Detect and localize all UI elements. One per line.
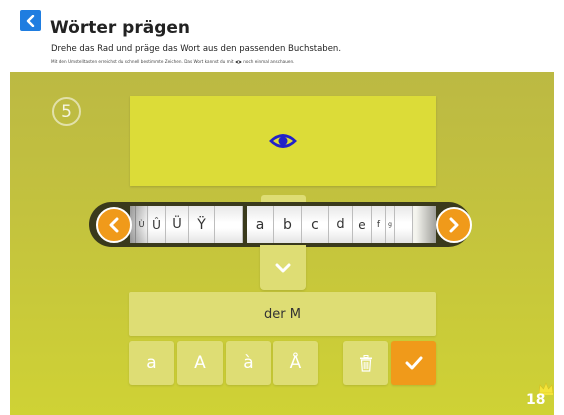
eye-icon[interactable] xyxy=(268,132,298,150)
hint-text-after: noch einmal anschauen. xyxy=(243,59,295,64)
wheel-left-button[interactable] xyxy=(96,207,132,243)
eye-icon xyxy=(235,60,242,64)
delete-button[interactable] xyxy=(343,341,388,385)
wheel-letter[interactable]: Ù xyxy=(136,206,148,243)
letter-wheel-strip[interactable]: Ù Û Ü Ÿ a b c d e f g xyxy=(130,206,436,243)
wheel-letter[interactable]: g xyxy=(386,206,395,243)
wheel-letter[interactable]: e xyxy=(353,206,372,243)
chevron-right-icon xyxy=(449,217,459,233)
page-title: Wörter prägen xyxy=(50,18,190,38)
wheel-letter-edge xyxy=(395,206,413,243)
hint-text-before: Mit den Umstelltasten erreichst du schne… xyxy=(51,59,234,64)
confirm-button[interactable] xyxy=(391,341,436,385)
wheel-right-button[interactable] xyxy=(436,207,472,243)
wheel-down-button[interactable] xyxy=(260,245,306,290)
wheel-letter-space[interactable] xyxy=(215,206,243,243)
wheel-letter[interactable]: c xyxy=(302,206,329,243)
wheel-letter[interactable]: b xyxy=(274,206,302,243)
level-badge: 5 xyxy=(52,97,81,126)
key-lowercase-a[interactable]: a xyxy=(129,341,174,385)
page-subtitle: Drehe das Rad und präge das Wort aus den… xyxy=(51,44,342,54)
chevron-down-icon xyxy=(275,263,291,272)
key-a-grave[interactable]: à xyxy=(226,341,271,385)
score-counter: 18 xyxy=(526,392,546,408)
trash-icon xyxy=(359,354,372,372)
checkmark-icon xyxy=(405,356,422,370)
wheel-letter[interactable]: Ü xyxy=(166,206,189,243)
answer-field[interactable]: der M xyxy=(129,292,436,336)
chevron-left-icon xyxy=(109,217,119,233)
key-a-ring[interactable]: Å xyxy=(273,341,318,385)
wheel-letter[interactable]: f xyxy=(372,206,386,243)
back-button[interactable] xyxy=(20,10,41,31)
word-display-card[interactable] xyxy=(130,96,436,186)
wheel-letter[interactable]: Ÿ xyxy=(189,206,215,243)
wheel-letter[interactable]: d xyxy=(329,206,353,243)
key-uppercase-a[interactable]: A xyxy=(177,341,223,385)
hint-text: Mit den Umstelltasten erreichst du schne… xyxy=(51,59,294,65)
wheel-letter[interactable]: Û xyxy=(148,206,166,243)
chevron-left-icon xyxy=(26,14,34,27)
wheel-letter[interactable]: a xyxy=(247,206,274,243)
